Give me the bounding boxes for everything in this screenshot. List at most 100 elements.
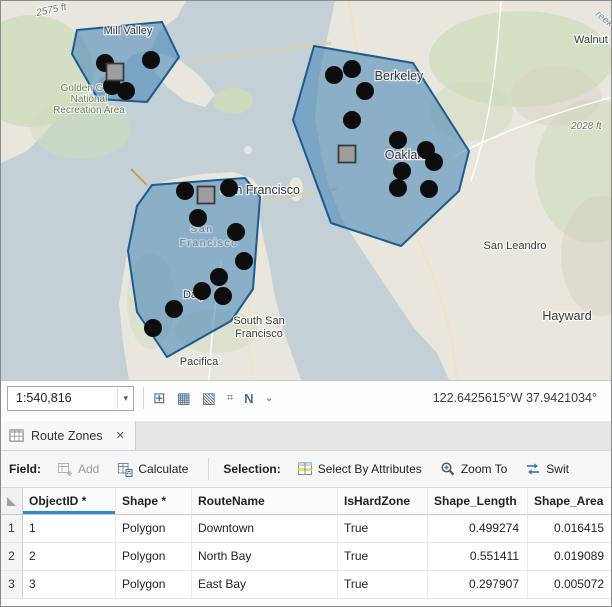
table-cell[interactable]: 3 (23, 571, 116, 599)
map-label: Pacifica (180, 356, 219, 368)
stop-point[interactable] (343, 60, 361, 78)
stop-point[interactable] (425, 153, 443, 171)
map-label: Mill Valley (104, 25, 153, 37)
new-feature-icon[interactable]: ⊞ (153, 391, 166, 406)
table-body: 11PolygonDowntownTrue0.4992740.01641522P… (1, 515, 611, 599)
table-cell[interactable]: 0.016415 (528, 515, 611, 543)
depot-square[interactable] (107, 64, 124, 81)
map-label: South San (233, 315, 284, 327)
select-all-corner[interactable] (1, 488, 23, 515)
map-label: Recreation Area (53, 105, 125, 116)
edit-features-icon[interactable]: ▧ (202, 391, 216, 406)
table-cell[interactable]: 0.297907 (428, 571, 528, 599)
table-cell[interactable]: True (338, 571, 428, 599)
select-by-attributes-button[interactable]: Select By Attributes (291, 457, 428, 481)
stop-point[interactable] (389, 179, 407, 197)
expand-chevron-icon[interactable]: ⌄ (265, 393, 274, 404)
row-number-cell[interactable]: 2 (1, 543, 23, 571)
stop-point[interactable] (210, 268, 228, 286)
table-cell[interactable]: Downtown (192, 515, 338, 543)
column-header-ishardzone[interactable]: IsHardZone (338, 488, 428, 515)
stop-point[interactable] (214, 287, 232, 305)
row-number-cell[interactable]: 1 (1, 515, 23, 543)
selection-section-label: Selection: (223, 462, 280, 476)
add-field-button[interactable]: Add (51, 457, 105, 481)
corner-triangle-icon (7, 497, 16, 506)
table-icon (9, 428, 24, 443)
depot-square[interactable] (339, 146, 356, 163)
status-icon-group: ⊞ ▦ ▧ ⌗ N ⌄ (153, 391, 274, 406)
stop-point[interactable] (393, 162, 411, 180)
column-header-shape-length[interactable]: Shape_Length (428, 488, 528, 515)
stop-point[interactable] (325, 66, 343, 84)
table-cell[interactable]: 0.005072 (528, 571, 611, 599)
attribute-table-icon[interactable]: ▦ (177, 391, 191, 406)
stop-point[interactable] (343, 111, 361, 129)
table-cell[interactable]: East Bay (192, 571, 338, 599)
map-scale-value: 1:540,816 (16, 391, 72, 405)
stop-point[interactable] (420, 180, 438, 198)
close-icon[interactable]: ✕ (116, 429, 125, 442)
stop-point[interactable] (235, 252, 253, 270)
column-header-objectid[interactable]: ObjectID * (23, 488, 116, 515)
stop-point[interactable] (189, 209, 207, 227)
coordinates-display: 122.6425615°W 37.9421034° (433, 391, 597, 405)
table-cell[interactable]: North Bay (192, 543, 338, 571)
table-cell[interactable]: True (338, 515, 428, 543)
tab-route-zones[interactable]: Route Zones ✕ (1, 421, 136, 450)
column-header-shape-area[interactable]: Shape_Area (528, 488, 611, 515)
tab-label: Route Zones (31, 429, 103, 443)
table-cell[interactable]: Polygon (116, 571, 192, 599)
stop-point[interactable] (144, 319, 162, 337)
map-status-bar: 1:540,816 ▾ ⊞ ▦ ▧ ⌗ N ⌄ 122.6425615°W 37… (1, 380, 611, 415)
stop-point[interactable] (389, 131, 407, 149)
table-tab-bar: Route Zones ✕ (1, 421, 611, 451)
table-row[interactable]: 33PolygonEast BayTrue0.2979070.005072 (1, 571, 611, 599)
attribute-table: ObjectID * Shape * RouteName IsHardZone … (1, 488, 611, 606)
calculate-button[interactable]: Calculate (111, 457, 194, 481)
table-cell[interactable]: True (338, 543, 428, 571)
map-label: Francisco (235, 328, 283, 340)
select-by-attributes-icon (297, 461, 313, 477)
map-pane[interactable]: 2575 ftMill ValleyGolden GateNationalRec… (1, 1, 611, 380)
angel-island (213, 88, 253, 114)
table-cell[interactable]: 0.499274 (428, 515, 528, 543)
map-canvas[interactable]: 2575 ftMill ValleyGolden GateNationalRec… (1, 1, 611, 380)
table-cell[interactable]: 1 (23, 515, 116, 543)
map-scale-combobox[interactable]: 1:540,816 ▾ (7, 386, 134, 411)
stop-point[interactable] (227, 223, 245, 241)
table-cell[interactable]: 0.019089 (528, 543, 611, 571)
switch-icon (525, 461, 541, 477)
stop-point[interactable] (356, 82, 374, 100)
chevron-down-icon[interactable]: ▾ (117, 388, 128, 409)
table-row[interactable]: 22PolygonNorth BayTrue0.5514110.019089 (1, 543, 611, 571)
stop-point[interactable] (142, 51, 160, 69)
table-cell[interactable]: 0.551411 (428, 543, 528, 571)
table-cell[interactable]: Polygon (116, 515, 192, 543)
separator (143, 387, 144, 409)
table-toolbar: Field: Add Calculate Selection: Select B… (1, 451, 611, 488)
table-cell[interactable]: Polygon (116, 543, 192, 571)
column-header-shape[interactable]: Shape * (116, 488, 192, 515)
snapping-icon[interactable]: ⌗ (227, 393, 233, 404)
north-arrow-icon[interactable]: N (244, 392, 253, 405)
calculate-label: Calculate (138, 462, 188, 476)
field-section-label: Field: (9, 462, 41, 476)
depot-square[interactable] (198, 187, 215, 204)
map-label: San Leandro (484, 240, 547, 252)
table-cell[interactable]: 2 (23, 543, 116, 571)
column-header-routename[interactable]: RouteName (192, 488, 338, 515)
arcgis-window: 2575 ftMill ValleyGolden GateNationalRec… (1, 1, 611, 606)
row-number-cell[interactable]: 3 (1, 571, 23, 599)
map-label: 2028 ft (570, 121, 603, 132)
stop-point[interactable] (193, 282, 211, 300)
stop-point[interactable] (165, 300, 183, 318)
zoom-to-icon (440, 461, 456, 477)
stop-point[interactable] (220, 179, 238, 197)
switch-selection-button[interactable]: Swit (519, 457, 575, 481)
table-header-row: ObjectID * Shape * RouteName IsHardZone … (1, 488, 611, 515)
stop-point[interactable] (176, 182, 194, 200)
table-row[interactable]: 11PolygonDowntownTrue0.4992740.016415 (1, 515, 611, 543)
zoom-to-button[interactable]: Zoom To (434, 457, 513, 481)
stop-point[interactable] (117, 82, 135, 100)
